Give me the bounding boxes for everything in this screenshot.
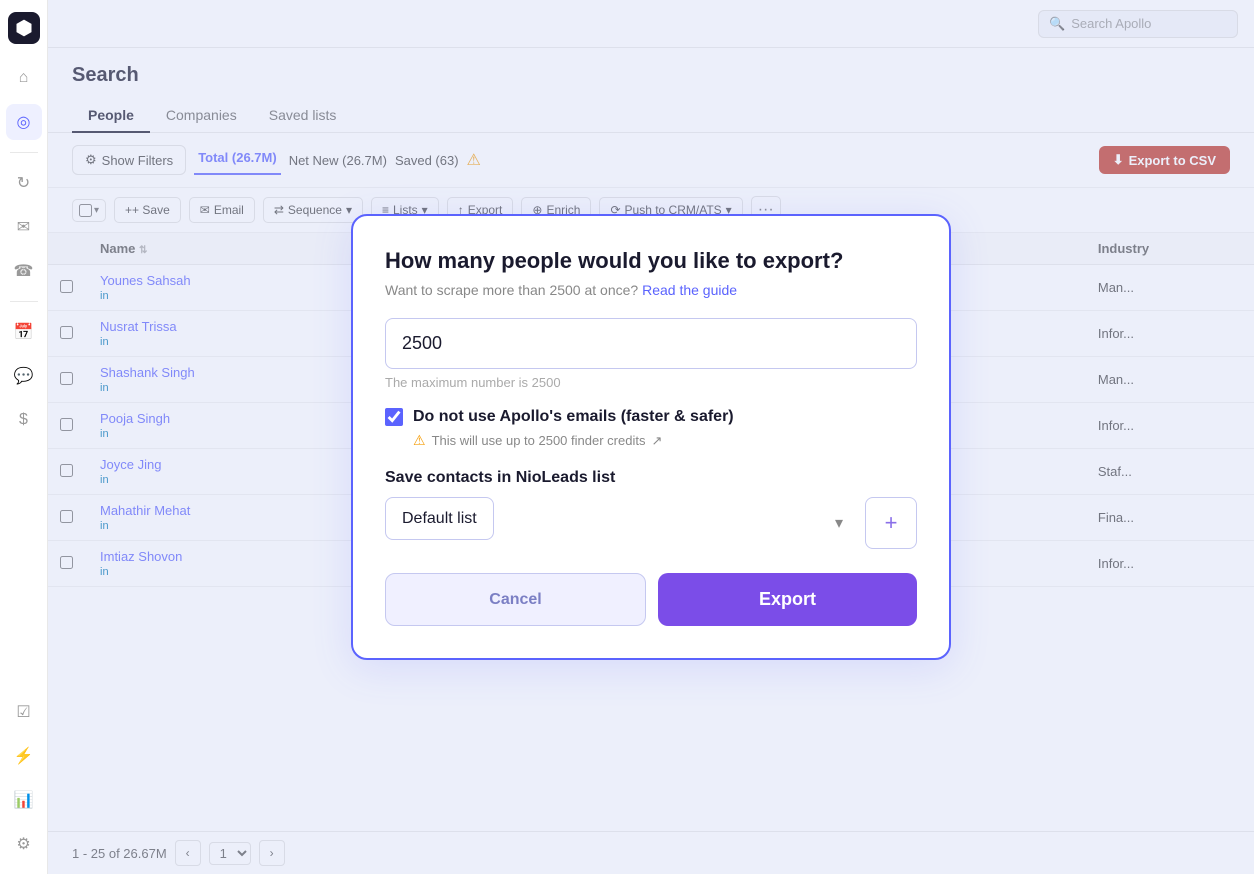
external-link-icon: ↗ — [651, 433, 662, 449]
read-guide-link[interactable]: Read the guide — [642, 282, 737, 298]
sidebar: ⌂ ◎ ↻ ✉ ☎ 📅 💬 $ ☑ ⚡ 📊 ⚙ — [0, 0, 48, 874]
list-select-wrap: Default list — [385, 497, 857, 549]
modal-subtitle: Want to scrape more than 2500 at once? R… — [385, 282, 917, 298]
warning-triangle-icon: ⚠ — [413, 432, 426, 449]
modal-title: How many people would you like to export… — [385, 248, 917, 274]
no-apollo-emails-checkbox[interactable] — [385, 408, 403, 426]
modal-actions: Cancel Export — [385, 573, 917, 626]
cancel-button[interactable]: Cancel — [385, 573, 646, 626]
checkbox-row: Do not use Apollo's emails (faster & saf… — [385, 408, 917, 426]
sidebar-item-engage[interactable]: ↻ — [6, 165, 42, 201]
modal-overlay: How many people would you like to export… — [48, 0, 1254, 874]
sidebar-item-deals[interactable]: $ — [6, 402, 42, 438]
warning-text: This will use up to 2500 finder credits — [432, 433, 646, 448]
sidebar-item-calendar[interactable]: 📅 — [6, 314, 42, 350]
list-selector-row: Default list + — [385, 497, 917, 549]
sidebar-item-email[interactable]: ✉ — [6, 209, 42, 245]
warning-row: ⚠ This will use up to 2500 finder credit… — [413, 432, 917, 449]
sidebar-item-phone[interactable]: ☎ — [6, 253, 42, 289]
sidebar-divider — [10, 152, 38, 153]
sidebar-item-home[interactable]: ⌂ — [6, 60, 42, 96]
export-max-hint: The maximum number is 2500 — [385, 375, 917, 390]
save-contacts-section-title: Save contacts in NioLeads list — [385, 469, 917, 487]
app-logo[interactable] — [8, 12, 40, 44]
main-content: 🔍 Search Apollo Search People Companies … — [48, 0, 1254, 874]
sidebar-item-sequences[interactable]: ⚡ — [6, 738, 42, 774]
sidebar-item-chat[interactable]: 💬 — [6, 358, 42, 394]
list-select[interactable]: Default list — [385, 497, 494, 540]
sidebar-item-settings[interactable]: ⚙ — [6, 826, 42, 862]
export-button[interactable]: Export — [658, 573, 917, 626]
no-apollo-emails-label: Do not use Apollo's emails (faster & saf… — [413, 408, 734, 426]
sidebar-divider-2 — [10, 301, 38, 302]
export-modal: How many people would you like to export… — [351, 214, 951, 660]
logo-icon — [14, 18, 34, 38]
sidebar-item-analytics[interactable]: 📊 — [6, 782, 42, 818]
add-list-button[interactable]: + — [865, 497, 917, 549]
sidebar-item-tasks[interactable]: ☑ — [6, 694, 42, 730]
export-count-input[interactable] — [385, 318, 917, 369]
sidebar-item-search[interactable]: ◎ — [6, 104, 42, 140]
